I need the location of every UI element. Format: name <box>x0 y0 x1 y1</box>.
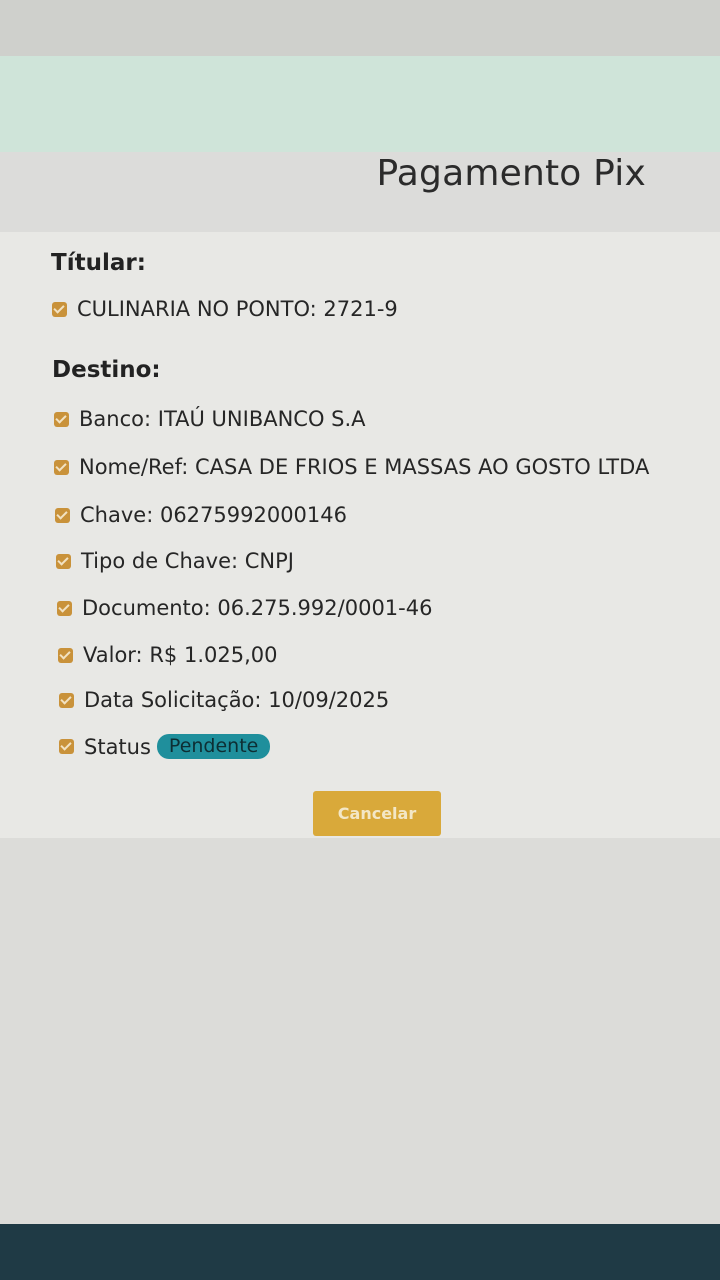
page-title: Pagamento Pix <box>376 153 646 194</box>
checkbox-checked-icon <box>59 739 74 754</box>
detail-value: 10/09/2025 <box>268 688 390 712</box>
detail-row-valor: Valor: R$ 1.025,00 <box>58 643 277 667</box>
header-band <box>0 56 720 153</box>
checkbox-checked-icon <box>55 507 70 523</box>
detail-label: Chave: <box>80 503 154 527</box>
lower-area <box>0 838 720 1224</box>
bottom-bar <box>0 1224 720 1280</box>
detail-row-status: Status Pendente <box>59 734 271 759</box>
detail-row-banco: Banco: ITAÚ UNIBANCO S.A <box>54 407 366 431</box>
status-badge: Pendente <box>156 734 271 759</box>
detail-value: CASA DE FRIOS E MASSAS AO GOSTO LTDA <box>194 455 650 479</box>
detail-label: Banco: <box>79 407 152 431</box>
detail-label: Data Solicitação: <box>84 688 262 712</box>
cancel-button[interactable]: Cancelar <box>313 791 441 836</box>
checkbox-checked-icon <box>54 411 69 427</box>
detail-value: CNPJ <box>244 549 294 573</box>
checkbox-checked-icon <box>58 647 73 663</box>
checkbox-checked-icon <box>57 600 72 616</box>
detail-row-nome: Nome/Ref: CASA DE FRIOS E MASSAS AO GOST… <box>54 455 649 479</box>
detail-label: Valor: <box>83 643 143 667</box>
detail-label: Documento: <box>82 596 211 620</box>
detail-row-tipo-chave: Tipo de Chave: CNPJ <box>56 549 294 573</box>
checkbox-checked-icon <box>52 301 67 317</box>
detail-value: 06275992000146 <box>159 503 348 527</box>
detail-row-data: Data Solicitação: 10/09/2025 <box>59 688 389 712</box>
checkbox-checked-icon <box>54 459 69 475</box>
detail-row-chave: Chave: 06275992000146 <box>55 503 347 527</box>
titular-row: CULINARIA NO PONTO: 2721-9 <box>52 297 398 321</box>
destino-label: Destino: <box>52 357 161 383</box>
checkbox-checked-icon <box>56 553 71 569</box>
top-strip <box>0 0 720 56</box>
detail-label: Tipo de Chave: <box>81 549 239 573</box>
detail-value: ITAÚ UNIBANCO S.A <box>157 407 366 431</box>
titular-label: Títular: <box>51 250 146 276</box>
detail-value: 06.275.992/0001-46 <box>217 596 433 620</box>
screen: Pagamento Pix Títular: CULINARIA NO PONT… <box>0 0 720 1280</box>
titular-value: CULINARIA NO PONTO: 2721-9 <box>77 297 398 321</box>
status-label: Status <box>84 734 151 759</box>
detail-row-documento: Documento: 06.275.992/0001-46 <box>57 596 432 620</box>
detail-label: Nome/Ref: <box>79 455 189 479</box>
checkbox-checked-icon <box>59 692 74 708</box>
detail-value: R$ 1.025,00 <box>149 643 278 667</box>
